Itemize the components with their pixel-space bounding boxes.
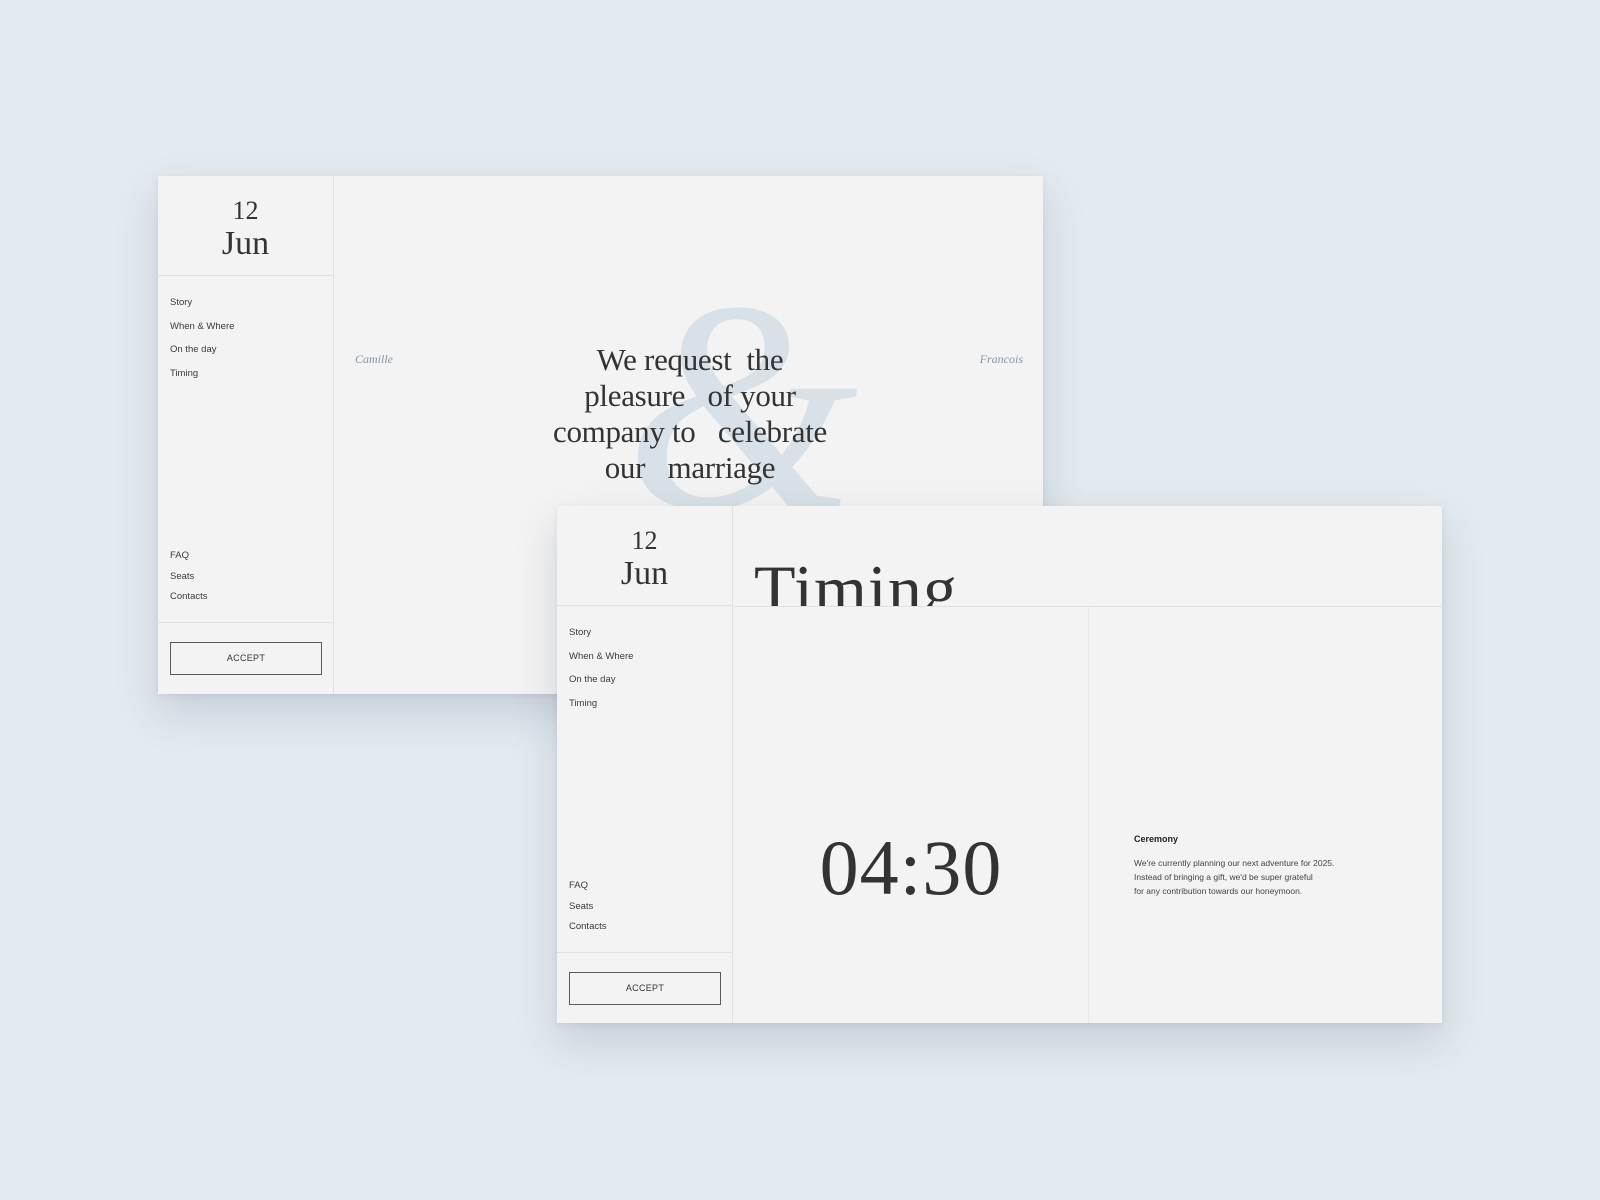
sidebar: 12 Jun Story When & Where On the day Tim…	[557, 506, 733, 1023]
date-day: 12	[631, 526, 658, 555]
nav-item-when-where[interactable]: When & Where	[170, 320, 333, 344]
nav-item-seats[interactable]: Seats	[170, 570, 208, 591]
section-header: Timing	[734, 506, 1442, 607]
nav-item-contacts[interactable]: Contacts	[569, 920, 607, 941]
secondary-nav: FAQ Seats Contacts	[170, 549, 208, 611]
message-line: company to celebrate	[553, 414, 827, 449]
event-description: We're currently planning our next advent…	[1134, 858, 1335, 896]
nav-item-story[interactable]: Story	[170, 296, 333, 320]
column-divider	[1088, 607, 1089, 1023]
message-line: We request the	[596, 342, 784, 377]
nav-item-when-where[interactable]: When & Where	[569, 650, 732, 674]
date-month: Jun	[620, 555, 669, 592]
nav-item-timing[interactable]: Timing	[170, 367, 333, 391]
sidebar-footer: ACCEPT	[557, 952, 732, 1005]
secondary-nav: FAQ Seats Contacts	[569, 879, 607, 941]
accept-button[interactable]: ACCEPT	[569, 972, 721, 1005]
nav-item-contacts[interactable]: Contacts	[170, 590, 208, 611]
nav-item-faq[interactable]: FAQ	[170, 549, 208, 570]
nav-item-timing[interactable]: Timing	[569, 697, 732, 721]
date-day: 12	[232, 196, 259, 225]
date-logo[interactable]: 12 Jun	[557, 506, 732, 606]
message-line: pleasure of your	[584, 378, 796, 413]
invitation-message: We request the pleasure of your company …	[525, 342, 855, 486]
timing-card: 12 Jun Story When & Where On the day Tim…	[557, 506, 1442, 1023]
nav-item-faq[interactable]: FAQ	[569, 879, 607, 900]
event-time: 04:30	[819, 824, 1003, 911]
nav-item-seats[interactable]: Seats	[569, 900, 607, 921]
nav-item-story[interactable]: Story	[569, 626, 732, 650]
primary-nav: Story When & Where On the day Timing	[158, 276, 333, 390]
event-title: Ceremony	[1134, 834, 1179, 844]
sidebar: 12 Jun Story When & Where On the day Tim…	[158, 176, 334, 694]
groom-name: Francois	[979, 352, 1023, 366]
date-month: Jun	[221, 225, 270, 262]
timing-section: Timing 04:30 Ceremony We're currently pl…	[734, 506, 1442, 1023]
message-line: our marriage	[604, 450, 776, 485]
section-title: Timing	[754, 551, 958, 607]
accept-button[interactable]: ACCEPT	[170, 642, 322, 675]
nav-item-on-the-day[interactable]: On the day	[569, 673, 732, 697]
primary-nav: Story When & Where On the day Timing	[557, 606, 732, 720]
event-details: Ceremony We're currently planning our ne…	[1134, 834, 1364, 898]
nav-item-on-the-day[interactable]: On the day	[170, 343, 333, 367]
sidebar-footer: ACCEPT	[158, 622, 333, 675]
bride-name: Camille	[355, 352, 393, 366]
date-logo[interactable]: 12 Jun	[158, 176, 333, 276]
